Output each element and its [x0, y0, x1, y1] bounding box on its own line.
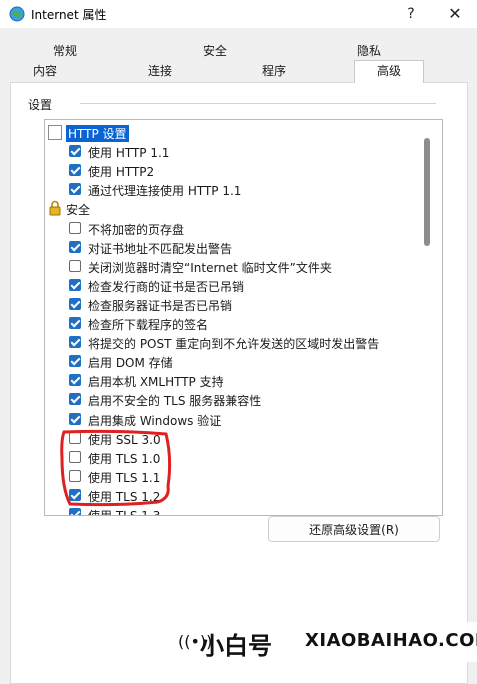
checkbox-checked[interactable]	[69, 412, 81, 425]
setting-label: 检查所下载程序的签名	[88, 318, 209, 332]
tab-privacy[interactable]: 隐私	[354, 42, 384, 60]
setting-label: 启用集成 Windows 验证	[88, 413, 222, 428]
checkbox-unchecked[interactable]	[69, 259, 81, 272]
watermark-en: XIAOBAIHAO.COM	[305, 630, 477, 651]
group-divider	[80, 103, 436, 104]
setting-label: 检查服务器证书是否已吊销	[88, 298, 233, 313]
checkbox-unchecked[interactable]	[69, 221, 81, 234]
setting-row[interactable]: 使用 HTTP2	[45, 161, 425, 180]
setting-label: 对证书地址不匹配发出警告	[88, 241, 233, 256]
reset-advanced-settings-button[interactable]: 还原高级设置(R)	[268, 516, 440, 542]
checkbox-checked[interactable]	[69, 336, 81, 349]
tab-programs[interactable]: 程序	[259, 62, 289, 82]
checkbox-checked[interactable]	[69, 297, 81, 310]
tab-security[interactable]: 安全	[200, 42, 230, 60]
window-title: Internet 属性	[31, 8, 107, 22]
setting-row[interactable]: 检查所下载程序的签名	[45, 314, 425, 333]
help-button[interactable]: ?	[398, 2, 424, 26]
setting-label: 启用 DOM 存储	[88, 356, 173, 371]
title-bar: Internet 属性 ? ✕	[0, 0, 477, 28]
tab-connections[interactable]: 连接	[145, 62, 175, 82]
setting-label: 使用 HTTP2	[88, 165, 155, 180]
setting-label: 启用本机 XMLHTTP 支持	[88, 375, 224, 390]
setting-label: 使用 TLS 1.3	[88, 509, 161, 516]
category-security: 安全	[45, 199, 425, 218]
setting-row[interactable]: 关闭浏览器时清空“Internet 临时文件”文件夹	[45, 257, 425, 276]
setting-row[interactable]: 对证书地址不匹配发出警告	[45, 238, 425, 257]
checkbox-checked[interactable]	[69, 508, 81, 515]
setting-row[interactable]: 检查服务器证书是否已吊销	[45, 295, 425, 314]
setting-row[interactable]: 将提交的 POST 重定向到不允许发送的区域时发出警告	[45, 333, 425, 352]
setting-label: 检查发行商的证书是否已吊销	[88, 279, 245, 294]
setting-label: 不将加密的页存盘	[88, 222, 185, 237]
setting-row[interactable]: 通过代理连接使用 HTTP 1.1	[45, 180, 425, 199]
vertical-scrollbar[interactable]	[424, 138, 430, 246]
category-http-settings: HTTP 设置	[45, 123, 425, 142]
tab-advanced[interactable]: 高级	[354, 60, 424, 83]
checkbox-checked[interactable]	[69, 374, 81, 387]
tab-general[interactable]: 常规	[50, 42, 80, 60]
setting-label: 启用不安全的 TLS 服务器兼容性	[88, 394, 262, 409]
checkbox-checked[interactable]	[69, 393, 81, 406]
close-button[interactable]: ✕	[440, 2, 470, 26]
setting-row[interactable]: 检查发行商的证书是否已吊销	[45, 276, 425, 295]
checkbox-checked[interactable]	[69, 317, 81, 329]
setting-row[interactable]: 启用本机 XMLHTTP 支持	[45, 371, 425, 390]
checkbox-checked[interactable]	[69, 240, 81, 253]
setting-row[interactable]: 使用 HTTP 1.1	[45, 142, 425, 161]
tab-content[interactable]: 内容	[30, 62, 60, 82]
checkbox-checked[interactable]	[69, 145, 81, 158]
setting-row[interactable]: 启用不安全的 TLS 服务器兼容性	[45, 390, 425, 409]
lock-icon	[49, 201, 61, 216]
settings-group-label: 设置	[28, 98, 53, 112]
setting-label: 将提交的 POST 重定向到不允许发送的区域时发出警告	[88, 337, 380, 352]
setting-label: HTTP 设置	[66, 125, 129, 142]
checkbox-checked[interactable]	[69, 355, 81, 368]
highlight-annotation	[60, 429, 172, 507]
watermark-cn: 小白号	[200, 632, 272, 660]
setting-row[interactable]: 启用集成 Windows 验证	[45, 410, 425, 429]
checkbox-checked[interactable]	[69, 164, 81, 177]
setting-label: 关闭浏览器时清空“Internet 临时文件”文件夹	[88, 260, 332, 275]
setting-row[interactable]: 启用 DOM 存储	[45, 352, 425, 371]
setting-label: 通过代理连接使用 HTTP 1.1	[88, 184, 242, 199]
setting-label: 使用 HTTP 1.1	[88, 146, 170, 161]
page-icon	[48, 125, 62, 140]
checkbox-checked[interactable]	[69, 278, 81, 291]
setting-row[interactable]: 不将加密的页存盘	[45, 219, 425, 238]
checkbox-checked[interactable]	[69, 183, 81, 196]
setting-label: 安全	[66, 203, 91, 218]
internet-globe-icon	[9, 6, 25, 22]
